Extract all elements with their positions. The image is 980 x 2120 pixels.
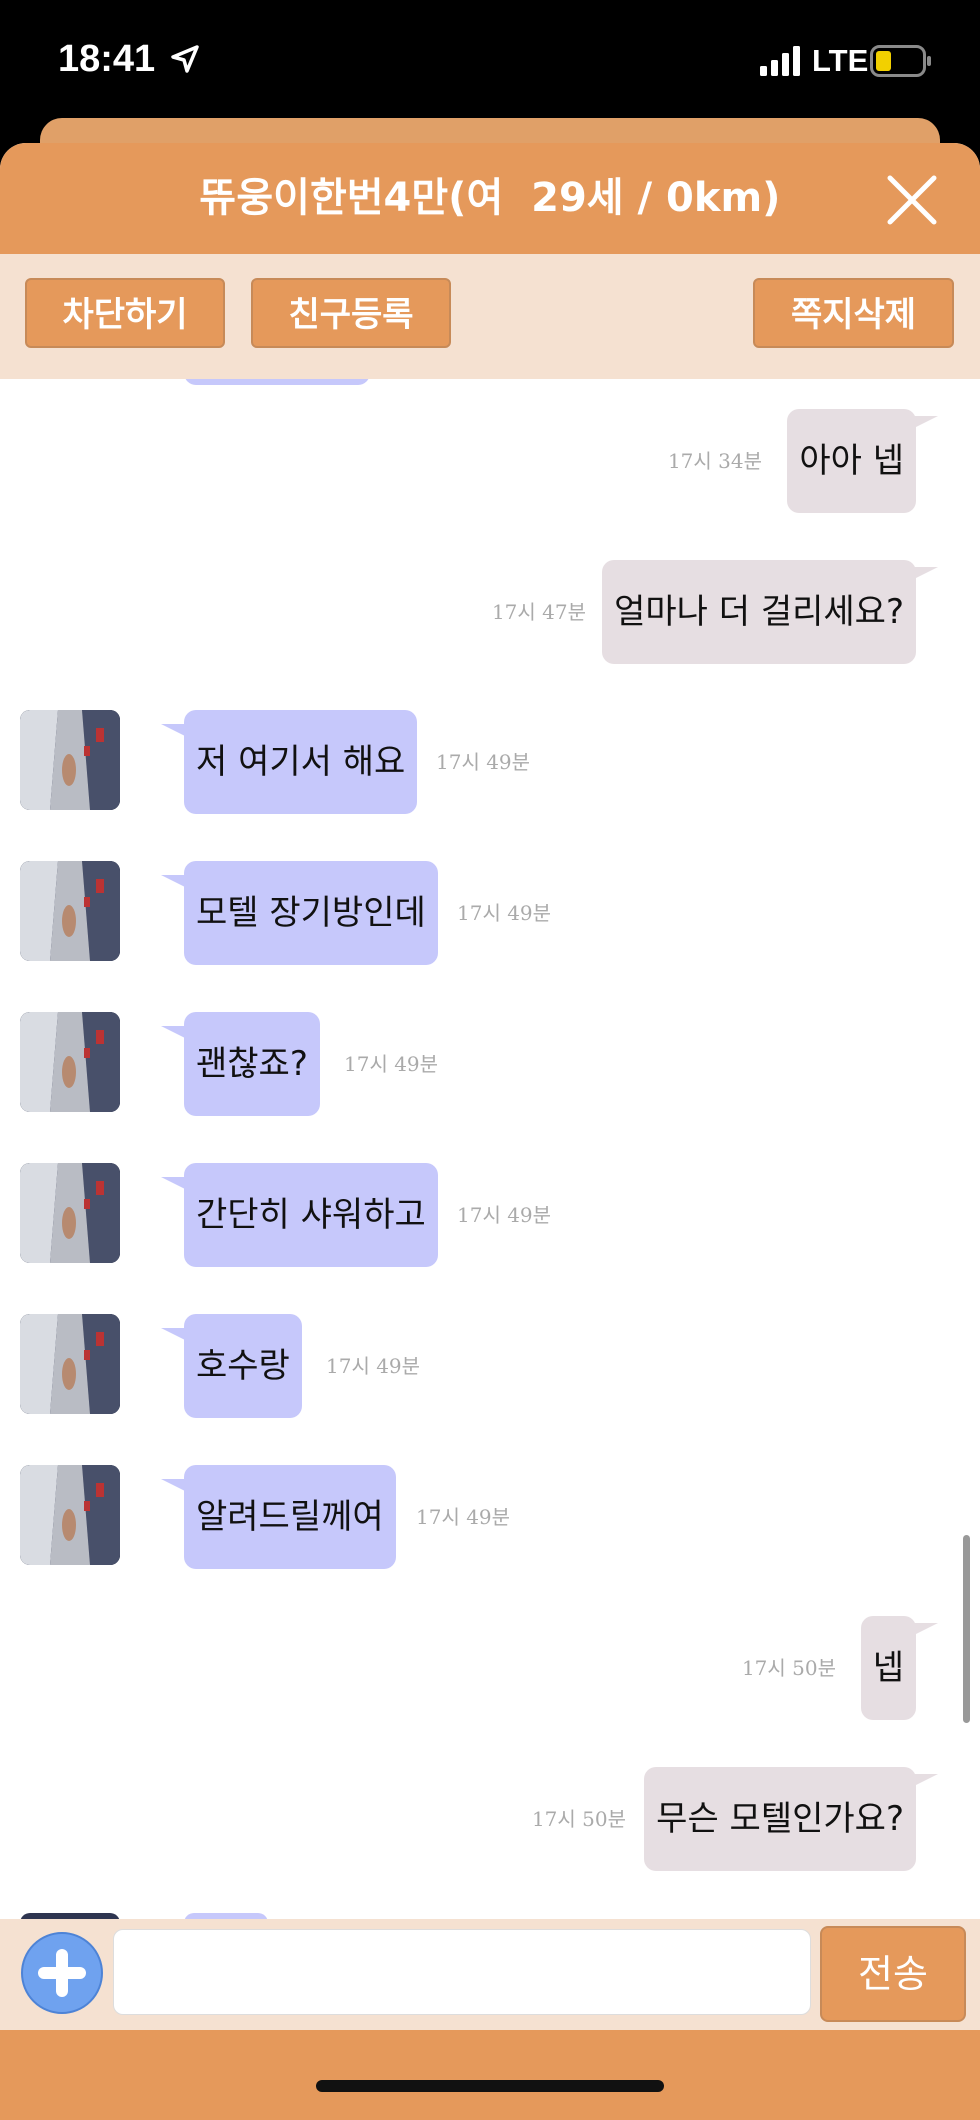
status-bar: 18:41 LTE (0, 0, 980, 130)
message-time: 17시 49분 (457, 901, 552, 925)
message-bubble: 호수랑 (184, 1314, 302, 1418)
message-bubble: 모텔 장기방인데 (184, 861, 438, 965)
message-bubble: 얼마나 더 걸리세요? (602, 560, 916, 664)
add-friend-button[interactable]: 친구등록 (251, 278, 451, 348)
avatar[interactable] (20, 1314, 120, 1414)
message-time: 17시 49분 (457, 1203, 552, 1227)
chat-header: 뜌웅이한번4만(여 29세 / 0km) (0, 143, 980, 254)
avatar[interactable] (20, 710, 120, 810)
message-time: 17시 50분 (531, 1807, 626, 1831)
message-time: 17시 34분 (667, 449, 762, 473)
message-time: 17시 49분 (326, 1354, 421, 1378)
message-bubble: 넵 (860, 1616, 916, 1720)
avatar[interactable] (20, 1465, 120, 1565)
message-bubble: 아아 넵 (787, 409, 916, 513)
avatar[interactable] (20, 861, 120, 961)
message-time: 17시 49분 (416, 1505, 511, 1529)
message-bubble: 간단히 샤워하고 (184, 1163, 438, 1267)
message-bubble-partial (184, 379, 370, 385)
message-bubble: 알려드릴께여 (184, 1465, 396, 1569)
message-bubble: 저 여기서 해요 (184, 710, 418, 814)
message-time: 17시 49분 (344, 1052, 439, 1076)
send-button[interactable]: 전송 (820, 1926, 966, 2022)
block-button[interactable]: 차단하기 (25, 278, 225, 348)
home-indicator[interactable] (316, 2080, 664, 2092)
message-time: 17시 50분 (741, 1656, 836, 1680)
message-bubble: 괜찮죠? (184, 1012, 320, 1116)
message-list[interactable]: 17시 34분 아아 넵 17시 47분 얼마나 더 걸리세요? 저 여기서 해… (0, 379, 980, 1919)
avatar[interactable] (20, 1163, 120, 1263)
message-time: 17시 47분 (491, 600, 586, 624)
input-bar: 전송 (0, 1919, 980, 2030)
action-bar: 차단하기 친구등록 쪽지삭제 (0, 254, 980, 379)
page-title: 뜌웅이한번4만(여 29세 / 0km) (199, 175, 781, 221)
scrollbar[interactable] (963, 1535, 970, 1723)
bottom-bar (0, 2030, 980, 2120)
plus-icon[interactable] (21, 1932, 103, 2014)
message-time: 17시 49분 (436, 750, 531, 774)
status-time: 18:41 (58, 38, 156, 80)
location-arrow-icon (171, 45, 199, 73)
message-bubble: 무슨 모텔인가요? (644, 1767, 916, 1871)
close-icon[interactable] (884, 172, 940, 228)
avatar[interactable] (20, 1012, 120, 1112)
message-sheet: 뜌웅이한번4만(여 29세 / 0km) 차단하기 친구등록 쪽지삭제 17시 … (0, 143, 980, 2120)
delete-messages-button[interactable]: 쪽지삭제 (753, 278, 954, 348)
battery-icon (870, 45, 931, 77)
network-type: LTE (812, 43, 869, 78)
signal-icon (760, 46, 800, 76)
message-input[interactable] (113, 1929, 811, 2015)
